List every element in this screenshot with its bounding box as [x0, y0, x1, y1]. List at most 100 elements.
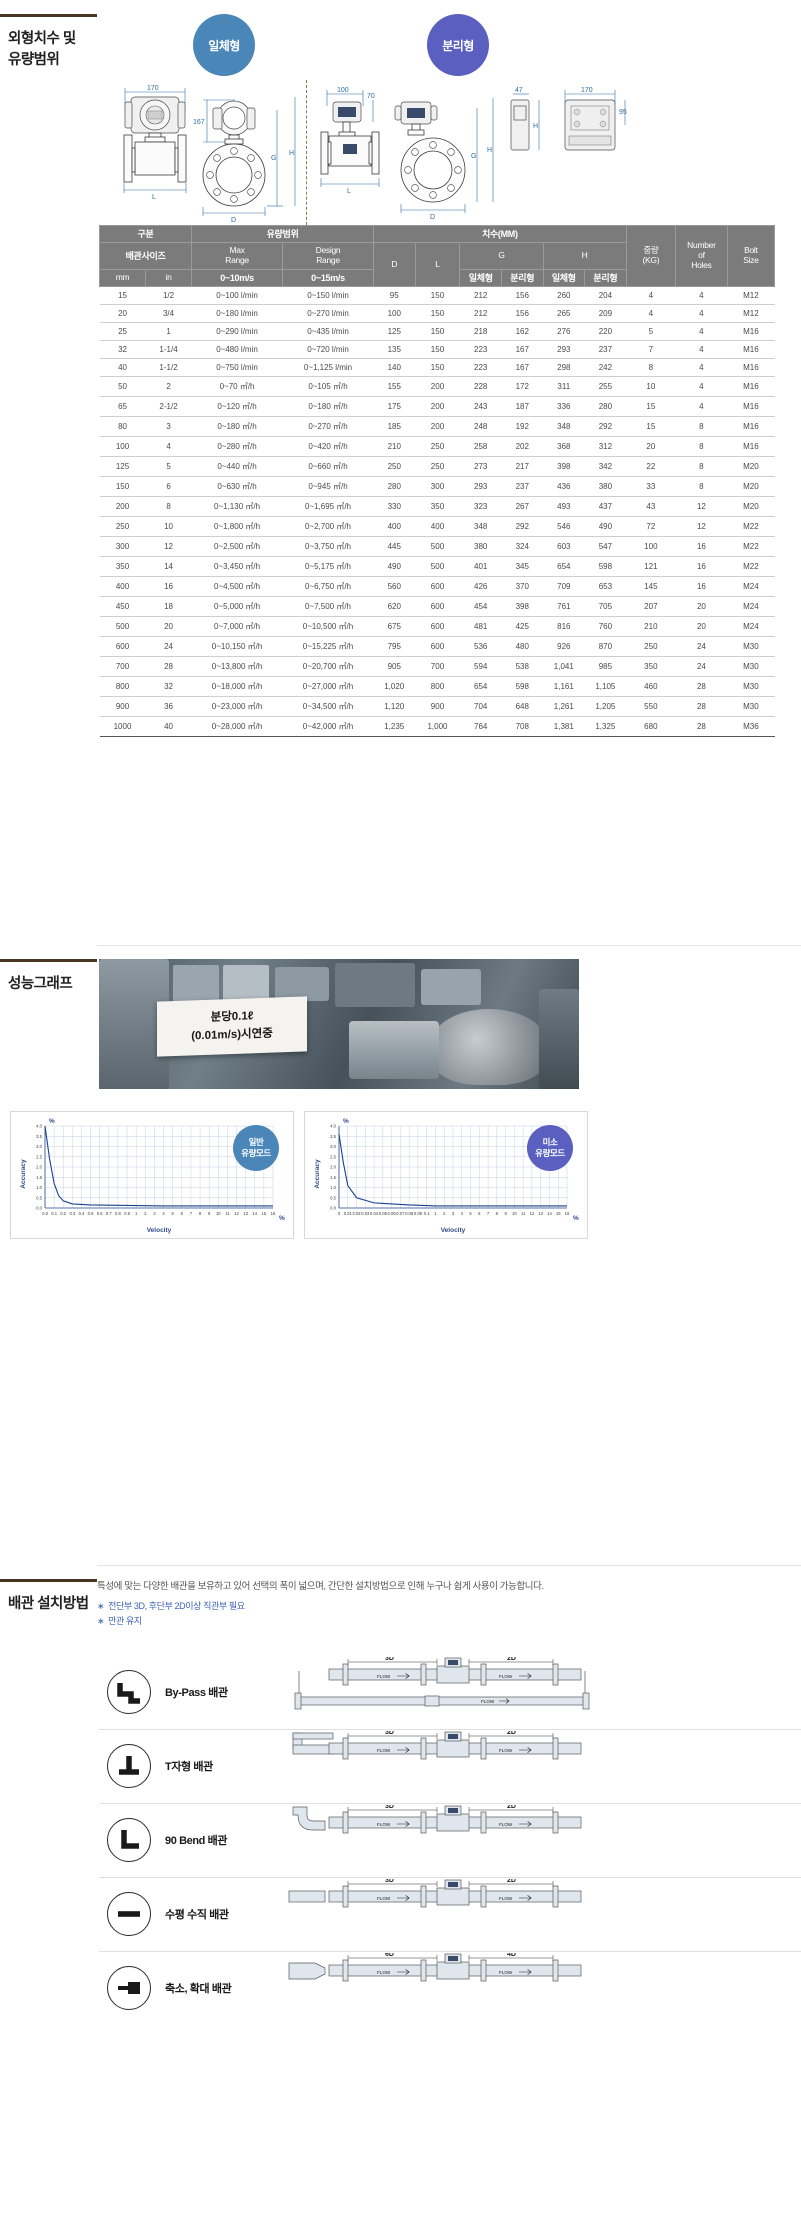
cell-H-integral: 398: [543, 456, 585, 478]
cell-D: 155: [373, 376, 416, 398]
y-tick-label: 2.0: [36, 1165, 42, 1170]
flow-label: FLOW: [499, 1674, 513, 1679]
cell-holes: 4: [675, 358, 728, 378]
dim-170: 170: [147, 85, 159, 92]
cell-in: 1/2: [145, 286, 192, 306]
table-row: 400 16 0~4,500 ㎥/h 0~6,750 ㎥/h 560 600 426 370 7…: [99, 576, 775, 598]
cell-G-separate: 425: [501, 616, 544, 638]
piping-row: 90 Bend 배관 3D 2D FLOW FLOW: [99, 1802, 801, 1877]
flow-label: FLOW: [377, 1970, 391, 1975]
upstream-dim: 3D: [385, 1657, 394, 1662]
th-holes-l2: of: [698, 250, 705, 261]
chart2-yunit: %: [343, 1118, 349, 1125]
upstream-dim: 3D: [385, 1879, 394, 1884]
x-tick-label: 0.04: [370, 1211, 379, 1216]
cell-H-separate: 204: [584, 286, 627, 306]
cell-H-separate: 380: [584, 476, 627, 498]
cell-H-integral: 761: [543, 596, 585, 618]
table-row: 200 8 0~1,130 ㎥/h 0~1,695 ㎥/h 330 350 323 267 49…: [99, 496, 775, 518]
cell-bolt: M30: [727, 676, 775, 698]
cell-holes: 24: [675, 656, 728, 678]
cell-in: 10: [145, 516, 192, 538]
section-dimensions: 외형치수 및 유량범위 일체형 분리형 170 L 167 D G H 100 …: [0, 0, 801, 945]
cell-D: 1,120: [373, 696, 416, 718]
table-row: 300 12 0~2,500 ㎥/h 0~3,750 ㎥/h 445 500 380 324 6…: [99, 536, 775, 558]
cell-H-integral: 1,381: [543, 716, 585, 738]
piping-diagram: 3D 2D FLOW FLOW: [285, 1803, 801, 1875]
table-row: 1000 40 0~28,000 ㎥/h 0~42,000 ㎥/h 1,235 1,000…: [99, 716, 775, 738]
piping-row: T자형 배관 3D 2D FLOW FLOW: [99, 1728, 801, 1803]
cell-design-range: 0~180 ㎥/h: [282, 396, 374, 418]
x-tick-label: 15: [556, 1211, 561, 1216]
cell-G-separate: 156: [501, 304, 544, 324]
chart2-badge-l2: 유량모드: [535, 1148, 565, 1158]
cell-mm: 350: [99, 556, 146, 578]
th-dimensions: 치수(MM): [372, 224, 627, 244]
cell-design-range: 0~27,000 ㎥/h: [282, 676, 374, 698]
cell-weight: 121: [626, 556, 676, 578]
x-tick-label: 0.7: [106, 1211, 112, 1216]
cell-L: 1,000: [415, 716, 460, 738]
cell-weight: 550: [626, 696, 676, 718]
cell-bolt: M16: [727, 416, 775, 438]
cell-holes: 20: [675, 616, 728, 638]
th-col-G: G: [459, 242, 544, 270]
cell-bolt: M20: [727, 476, 775, 498]
cell-holes: 16: [675, 556, 728, 578]
cell-max-range: 0~2,500 ㎥/h: [191, 536, 283, 558]
cell-D: 400: [373, 516, 416, 538]
cell-H-separate: 547: [584, 536, 627, 558]
cell-D: 140: [373, 358, 416, 378]
cell-in: 20: [145, 616, 192, 638]
cell-G-separate: 345: [501, 556, 544, 578]
svg-text:FLOW: FLOW: [481, 1699, 495, 1704]
x-tick-label: 9: [504, 1211, 507, 1216]
cell-G-integral: 273: [459, 456, 502, 478]
cell-G-separate: 167: [501, 340, 544, 360]
chart2-xunit: %: [573, 1215, 579, 1222]
cell-mm: 400: [99, 576, 146, 598]
y-tick-label: 0.0: [330, 1206, 336, 1211]
cell-mm: 600: [99, 636, 146, 658]
x-tick-label: 6: [181, 1211, 184, 1216]
chart1-badge-l1: 일반: [248, 1136, 264, 1147]
y-tick-label: 1.5: [36, 1175, 42, 1180]
cell-weight: 5: [626, 322, 676, 342]
page-title-graph: 성능그래프: [8, 976, 73, 992]
cell-G-integral: 218: [459, 322, 502, 342]
cell-H-separate: 292: [584, 416, 627, 438]
cell-bolt: M30: [727, 636, 775, 658]
cell-H-integral: 603: [543, 536, 585, 558]
piping-bullet-1: 전단부 3D, 후단부 2D이상 직관부 필요: [97, 1599, 801, 1614]
th-G-integral: 일체형: [459, 268, 502, 288]
flow-label: FLOW: [499, 1970, 513, 1975]
cell-L: 250: [415, 436, 460, 458]
th-pipe-size: 배관사이즈: [98, 242, 193, 270]
cell-max-range: 0~7,000 ㎥/h: [191, 616, 283, 638]
x-tick-label: 15: [262, 1211, 267, 1216]
x-tick-label: 0.5: [88, 1211, 94, 1216]
th-unit-in: in: [145, 268, 193, 288]
cell-holes: 16: [675, 576, 728, 598]
cell-mm: 25: [99, 322, 146, 342]
x-tick-label: 0.07: [396, 1211, 405, 1216]
cell-bolt: M16: [727, 376, 775, 398]
chart-micro-flow-mode: 미소 유량모드 Accuracy Velocity % % 4.0 3.5 3.0 2…: [304, 1111, 588, 1239]
cell-H-integral: 293: [543, 340, 585, 360]
cell-H-separate: 255: [584, 376, 627, 398]
cell-G-separate: 192: [501, 416, 544, 438]
cell-bolt: M30: [727, 656, 775, 678]
dim-H-separate: H: [487, 147, 492, 154]
cell-holes: 20: [675, 596, 728, 618]
cell-weight: 33: [626, 476, 676, 498]
cell-weight: 460: [626, 676, 676, 698]
y-tick-label: 4.0: [36, 1124, 42, 1129]
y-tick-label: 3.0: [330, 1144, 336, 1149]
cell-design-range: 0~10,500 ㎥/h: [282, 616, 374, 638]
cell-max-range: 0~750 l/min: [191, 358, 283, 378]
flow-label: FLOW: [377, 1674, 391, 1679]
th-number-of-holes: Number of Holes: [675, 224, 728, 288]
x-tick-label: 12: [234, 1211, 239, 1216]
x-tick-label: 0.8: [115, 1211, 121, 1216]
th-design-l1: Design: [315, 245, 341, 256]
